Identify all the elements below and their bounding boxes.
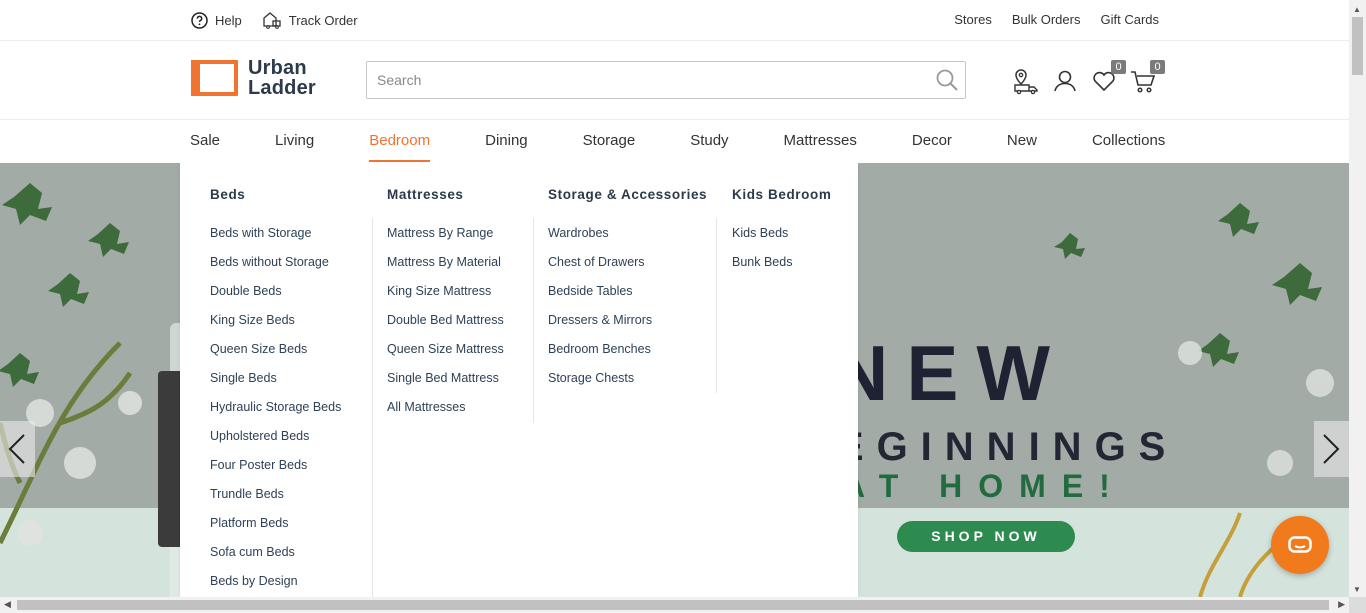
main-navigation: Sale Living Bedroom Dining Storage Study…	[0, 120, 1349, 163]
menu-item[interactable]: Bedroom Benches	[548, 341, 652, 370]
menu-item[interactable]: Trundle Beds	[210, 486, 341, 515]
vertical-scroll-thumb[interactable]	[1352, 17, 1363, 75]
menu-item[interactable]: Queen Size Mattress	[387, 341, 504, 370]
cart-button[interactable]: 0	[1129, 60, 1165, 95]
nav-item-dining[interactable]: Dining	[485, 120, 528, 162]
gift-cards-link[interactable]: Gift Cards	[1100, 12, 1159, 27]
menu-item[interactable]: Bunk Beds	[732, 254, 792, 283]
menu-item[interactable]: Sofa cum Beds	[210, 544, 341, 573]
menu-item[interactable]: Dressers & Mirrors	[548, 312, 652, 341]
menu-item[interactable]: Hydraulic Storage Beds	[210, 399, 341, 428]
scroll-right-arrow-icon[interactable]: ▶	[1338, 599, 1345, 610]
menu-item[interactable]: Mattress By Material	[387, 254, 504, 283]
menu-item[interactable]: Four Poster Beds	[210, 457, 341, 486]
menu-item[interactable]: All Mattresses	[387, 399, 504, 428]
megamenu-heading-mattresses[interactable]: Mattresses	[387, 187, 464, 202]
search-icon[interactable]	[935, 68, 959, 92]
menu-item[interactable]: Beds without Storage	[210, 254, 341, 283]
track-order-link[interactable]: Track Order	[262, 10, 358, 30]
chevron-right-icon	[1323, 434, 1340, 464]
menu-item[interactable]: Platform Beds	[210, 515, 341, 544]
menu-item[interactable]: Kids Beds	[732, 225, 792, 254]
wishlist-count-badge: 0	[1111, 60, 1126, 74]
megamenu-heading-beds[interactable]: Beds	[210, 187, 245, 202]
page: Help Track Order Stores Bulk Orders Gift…	[0, 0, 1366, 613]
track-order-icon	[263, 12, 281, 29]
bedroom-megamenu: Beds Beds with Storage Beds without Stor…	[180, 163, 858, 597]
stores-link[interactable]: Stores	[954, 12, 992, 27]
scroll-up-arrow-icon[interactable]: ▲	[1353, 5, 1361, 14]
megamenu-divider	[372, 218, 373, 597]
menu-item[interactable]: Upholstered Beds	[210, 428, 341, 457]
nav-item-decor[interactable]: Decor	[912, 120, 952, 162]
hero-headline: NEW	[832, 329, 1068, 417]
top-utility-bar: Help Track Order Stores Bulk Orders Gift…	[0, 0, 1349, 41]
header-icons: 0 0	[1012, 60, 1168, 95]
track-order-label: Track Order	[288, 12, 358, 28]
shop-now-button[interactable]: SHOP NOW	[897, 521, 1075, 552]
menu-item[interactable]: Queen Size Beds	[210, 341, 341, 370]
cart-count-badge: 0	[1150, 60, 1165, 74]
user-icon	[1054, 70, 1076, 92]
logo-text-line1: Urban	[248, 57, 307, 79]
horizontal-scrollbar[interactable]: ◀ ▶	[0, 597, 1349, 613]
menu-item[interactable]: Single Bed Mattress	[387, 370, 504, 399]
megamenu-heading-storage[interactable]: Storage & Accessories	[548, 187, 707, 202]
carousel-prev-button[interactable]	[0, 421, 35, 477]
menu-item[interactable]: Double Bed Mattress	[387, 312, 504, 341]
nav-item-collections[interactable]: Collections	[1092, 120, 1165, 162]
search-box	[366, 61, 966, 99]
decorative-leaves-left	[0, 183, 142, 546]
menu-item[interactable]: Storage Chests	[548, 370, 652, 399]
nav-item-bedroom[interactable]: Bedroom	[369, 120, 430, 162]
store-locator-icon	[1014, 69, 1038, 95]
nav-item-new[interactable]: New	[1007, 120, 1037, 162]
nav-item-living[interactable]: Living	[275, 120, 314, 162]
scroll-left-arrow-icon[interactable]: ◀	[4, 599, 11, 610]
chat-support-button[interactable]	[1271, 516, 1329, 574]
store-locator-button[interactable]	[1012, 67, 1040, 95]
scroll-down-arrow-icon[interactable]: ▼	[1353, 585, 1361, 594]
menu-item[interactable]: Mattress By Range	[387, 225, 504, 254]
menu-item[interactable]: Single Beds	[210, 370, 341, 399]
megamenu-divider	[716, 218, 717, 393]
megamenu-divider	[533, 218, 534, 423]
wishlist-button[interactable]: 0	[1090, 60, 1126, 95]
menu-item[interactable]: Double Beds	[210, 283, 341, 312]
megamenu-heading-kids[interactable]: Kids Bedroom	[732, 187, 831, 202]
site-header: Urban Ladder 0 0	[0, 41, 1349, 120]
carousel-next-button[interactable]	[1314, 421, 1349, 477]
menu-item[interactable]: Wardrobes	[548, 225, 652, 254]
bulk-orders-link[interactable]: Bulk Orders	[1012, 12, 1081, 27]
urban-ladder-logo[interactable]: Urban Ladder	[191, 58, 316, 98]
help-label: Help	[215, 12, 242, 28]
hero-tagline: AT HOME!	[842, 468, 1126, 504]
menu-item[interactable]: Beds with Storage	[210, 225, 341, 254]
help-icon	[191, 11, 208, 29]
nav-item-study[interactable]: Study	[690, 120, 728, 162]
nav-item-mattresses[interactable]: Mattresses	[784, 120, 857, 162]
menu-item[interactable]: King Size Beds	[210, 312, 341, 341]
account-button[interactable]	[1051, 67, 1079, 95]
menu-item[interactable]: King Size Mattress	[387, 283, 504, 312]
menu-item[interactable]: Bedside Tables	[548, 283, 652, 312]
vertical-scrollbar[interactable]: ▲ ▼	[1349, 0, 1366, 597]
horizontal-scroll-thumb[interactable]	[17, 600, 1329, 610]
chat-icon	[1288, 536, 1312, 553]
nav-item-sale[interactable]: Sale	[190, 120, 220, 162]
search-input[interactable]	[367, 62, 927, 98]
menu-item[interactable]: Chest of Drawers	[548, 254, 652, 283]
help-link[interactable]: Help	[191, 11, 242, 29]
chevron-left-icon	[8, 434, 25, 464]
nav-item-storage[interactable]: Storage	[583, 120, 636, 162]
logo-mark-icon	[191, 60, 238, 96]
scrollbar-corner	[1349, 597, 1366, 613]
logo-text-line2: Ladder	[248, 77, 316, 99]
